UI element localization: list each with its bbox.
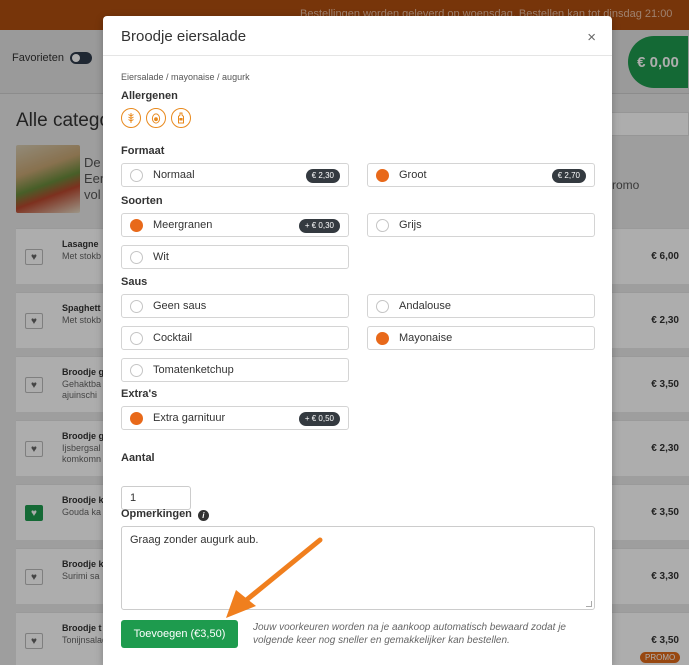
ingredients-text: Eiersalade / mayonaise / augurk [121, 72, 250, 82]
radio-button[interactable] [376, 332, 389, 345]
modal-header: Broodje eiersalade × [103, 16, 612, 56]
option-sauce[interactable]: Geen saus [121, 294, 349, 318]
allergens-heading: Allergenen [121, 90, 178, 102]
option-label: Extra garnituur [153, 412, 226, 424]
radio-button[interactable] [376, 300, 389, 313]
radio-button[interactable] [130, 300, 143, 313]
radio-button[interactable] [130, 251, 143, 264]
option-sauce[interactable]: Cocktail [121, 326, 349, 350]
option-label: Normaal [153, 169, 195, 181]
option-label: Cocktail [153, 332, 193, 344]
remarks-heading: Opmerkingen [121, 508, 192, 520]
radio-button[interactable] [376, 169, 389, 182]
option-label: Grijs [399, 219, 422, 231]
option-label: Groot [399, 169, 427, 181]
sauce-heading: Saus [121, 276, 148, 288]
close-icon[interactable]: × [587, 29, 596, 46]
option-type[interactable]: Meergranen + € 0,30 [121, 213, 349, 237]
option-extra[interactable]: Extra garnituur + € 0,50 [121, 406, 349, 430]
price-badge: € 2,70 [551, 169, 586, 183]
option-format[interactable]: Normaal € 2,30 [121, 163, 349, 187]
option-format[interactable]: Groot € 2,70 [367, 163, 595, 187]
egg-icon [146, 108, 166, 128]
resize-grip-icon[interactable] [586, 601, 592, 607]
option-label: Andalouse [399, 300, 451, 312]
option-sauce[interactable]: Andalouse [367, 294, 595, 318]
preferences-note: Jouw voorkeuren worden na je aankoop aut… [253, 622, 566, 646]
price-badge: + € 0,30 [298, 219, 340, 233]
wheat-icon [121, 108, 141, 128]
option-type[interactable]: Wit [121, 245, 349, 269]
option-label: Geen saus [153, 300, 207, 312]
option-sauce[interactable]: Tomatenketchup [121, 358, 349, 382]
format-heading: Formaat [121, 145, 165, 157]
modal-title: Broodje eiersalade [121, 28, 247, 45]
option-sauce[interactable]: Mayonaise [367, 326, 595, 350]
remarks-textarea[interactable]: Graag zonder augurk aub. [121, 526, 595, 610]
option-label: Wit [153, 251, 169, 263]
quantity-input[interactable]: 1 [121, 486, 191, 510]
allergen-list [121, 108, 191, 128]
radio-button[interactable] [130, 219, 143, 232]
option-label: Meergranen [153, 219, 213, 231]
mustard-icon [171, 108, 191, 128]
price-badge: € 2,30 [305, 169, 340, 183]
radio-button[interactable] [130, 169, 143, 182]
remarks-heading-row: Opmerkingen i [121, 508, 209, 521]
radio-button[interactable] [130, 412, 143, 425]
quantity-heading: Aantal [121, 452, 155, 464]
extras-heading: Extra's [121, 388, 158, 400]
option-label: Tomatenketchup [153, 364, 234, 376]
option-label: Mayonaise [399, 332, 453, 344]
radio-button[interactable] [130, 364, 143, 377]
add-to-cart-button[interactable]: Toevoegen (€3,50) [121, 620, 238, 648]
info-icon[interactable]: i [197, 510, 209, 521]
remarks-text: Graag zonder augurk aub. [130, 534, 259, 546]
types-heading: Soorten [121, 195, 163, 207]
price-badge: + € 0,50 [298, 412, 340, 426]
radio-button[interactable] [130, 332, 143, 345]
product-modal: Broodje eiersalade × Eiersalade / mayona… [103, 16, 612, 665]
option-type[interactable]: Grijs [367, 213, 595, 237]
radio-button[interactable] [376, 219, 389, 232]
